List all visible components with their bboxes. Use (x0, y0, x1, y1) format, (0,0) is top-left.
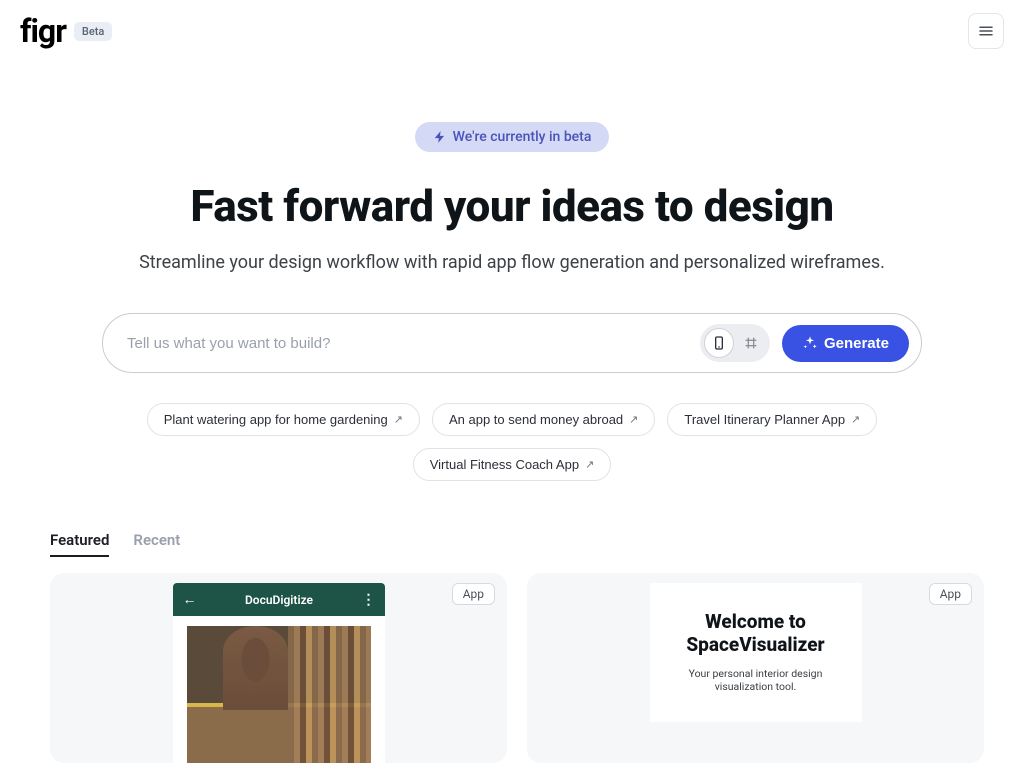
suggestion-list: Plant watering app for home gardening ↗ … (102, 403, 922, 481)
logo-text: figr (20, 12, 66, 50)
gallery-card[interactable]: App Welcome to SpaceVisualizer Your pers… (527, 573, 984, 763)
hero: We're currently in beta Fast forward you… (0, 62, 1024, 481)
mock-welcome-title: Welcome to SpaceVisualizer (666, 611, 846, 657)
suggestion-text: Plant watering app for home gardening (164, 412, 388, 427)
page-headline: Fast forward your ideas to design (190, 180, 833, 232)
mock-photo (187, 626, 371, 763)
mock-image-area (173, 616, 385, 763)
header: figr Beta (0, 0, 1024, 62)
back-arrow-icon: ← (183, 591, 197, 608)
arrow-up-right-icon: ↗ (629, 413, 638, 426)
card-type-badge: App (929, 583, 972, 605)
gallery: Featured Recent App ← DocuDigitize ⋮ App… (0, 481, 1024, 763)
suggestion-chip[interactable]: An app to send money abroad ↗ (432, 403, 655, 436)
logo-area: figr Beta (20, 12, 112, 50)
prompt-bar: Generate (102, 313, 922, 373)
menu-button[interactable] (968, 13, 1004, 49)
suggestion-chip[interactable]: Virtual Fitness Coach App ↗ (413, 448, 612, 481)
prompt-input[interactable] (127, 335, 688, 352)
page-subhead: Streamline your design workflow with rap… (139, 252, 885, 273)
mock-app-preview: Welcome to SpaceVisualizer Your personal… (650, 583, 862, 722)
beta-banner: We're currently in beta (415, 122, 610, 152)
suggestion-text: Virtual Fitness Coach App (430, 457, 579, 472)
tab-recent[interactable]: Recent (133, 531, 180, 557)
suggestion-chip[interactable]: Plant watering app for home gardening ↗ (147, 403, 420, 436)
grid-icon (743, 335, 759, 351)
arrow-up-right-icon: ↗ (851, 413, 860, 426)
mock-welcome-tagline: Your personal interior design visualizat… (666, 667, 846, 694)
aspect-toggle (700, 324, 770, 362)
toggle-grid[interactable] (736, 328, 766, 358)
gallery-tabs: Featured Recent (50, 531, 984, 557)
tab-featured[interactable]: Featured (50, 531, 109, 557)
gallery-card[interactable]: App ← DocuDigitize ⋮ (50, 573, 507, 763)
mock-app-title: DocuDigitize (245, 593, 313, 607)
generate-label: Generate (824, 335, 889, 352)
lightning-icon (433, 130, 447, 144)
arrow-up-right-icon: ↗ (585, 458, 594, 471)
more-vertical-icon: ⋮ (362, 592, 375, 608)
mock-topbar: ← DocuDigitize ⋮ (173, 583, 385, 616)
mock-app-preview: ← DocuDigitize ⋮ (173, 583, 385, 763)
toggle-mobile[interactable] (704, 328, 734, 358)
mobile-icon (711, 335, 727, 351)
card-type-badge: App (452, 583, 495, 605)
generate-button[interactable]: Generate (782, 325, 909, 362)
suggestion-text: Travel Itinerary Planner App (684, 412, 845, 427)
suggestion-text: An app to send money abroad (449, 412, 623, 427)
beta-banner-text: We're currently in beta (453, 129, 592, 145)
beta-badge: Beta (74, 22, 112, 41)
arrow-up-right-icon: ↗ (394, 413, 403, 426)
sparkle-icon (802, 335, 818, 351)
suggestion-chip[interactable]: Travel Itinerary Planner App ↗ (667, 403, 877, 436)
hamburger-icon (977, 22, 995, 40)
card-grid: App ← DocuDigitize ⋮ App Welcome to Spac… (50, 573, 984, 763)
